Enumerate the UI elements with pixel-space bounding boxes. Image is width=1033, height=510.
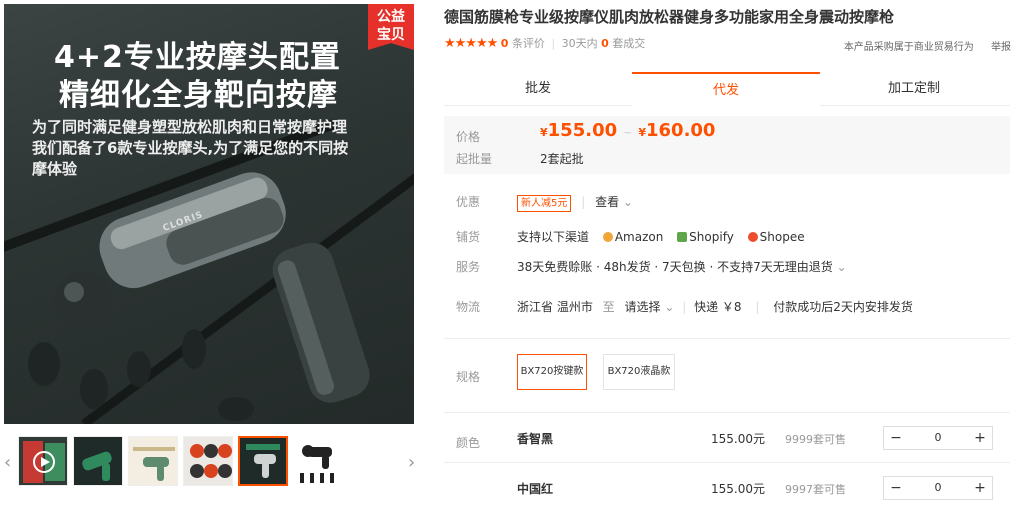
service-row: 服务 38天免费赊账 · 48h发货 · 7天包换 · 不支持7天无理由退货 ⌄ (456, 258, 976, 276)
trade-info: 本产品采购属于商业贸易行为 举报 (844, 38, 1011, 53)
main-product-image[interactable]: 4+2专业按摩头配置 精细化全身靶向按摩 为了同时满足健身塑型放松肌肉和日常按摩… (4, 4, 414, 424)
logistics-row: 物流 浙江省 温州市 至 请选择 ⌄ | 快递 ￥8 | 付款成功后2天内安排发… (456, 300, 913, 314)
minus-icon[interactable]: − (884, 477, 908, 499)
report-link[interactable]: 举报 (991, 42, 1011, 53)
price-separator: ~ (623, 126, 633, 139)
divider (444, 462, 1010, 463)
quantity-stepper: − 0 + (883, 476, 993, 500)
thumbnail[interactable] (183, 436, 233, 486)
price-low: 155.00 (547, 120, 618, 141)
charity-badge: 公益 宝贝 (368, 4, 414, 50)
channel-row: 铺货 支持以下渠道 Amazon Shopify Shopee (456, 228, 956, 246)
color-stock: 9997套可售 (785, 483, 846, 496)
express-fee: 快递 ￥8 (694, 300, 742, 314)
ship-note: 付款成功后2天内安排发货 (773, 300, 913, 314)
price-box: 价格 ¥155.00 ~ ¥160.00 起批量 2套起批 (444, 116, 1010, 174)
trade-note: 本产品采购属于商业贸易行为 (843, 42, 974, 53)
thumbnail[interactable] (73, 436, 123, 486)
price-high: 160.00 (646, 120, 716, 141)
chevron-right-icon[interactable]: › (408, 452, 415, 473)
shopee-icon (747, 232, 758, 242)
chevron-down-icon[interactable]: ⌄ (623, 195, 633, 209)
plus-icon[interactable]: + (968, 427, 992, 449)
color-price: 155.00元 (711, 482, 765, 496)
thumbnail-selected[interactable] (238, 436, 288, 486)
price-label: 价格 (456, 130, 481, 144)
color-label: 颜色 (456, 436, 481, 450)
thumbnail[interactable] (293, 436, 343, 486)
coupon-badge[interactable]: 新人减5元 (517, 195, 572, 212)
thumbnail[interactable] (18, 436, 68, 486)
chevron-left-icon[interactable]: ‹ (4, 452, 11, 473)
rating-row: ★★★★★ 0 条评价 | 30天内 0 套成交 (444, 36, 646, 51)
quantity-input[interactable]: 0 (908, 427, 968, 449)
reviews-label[interactable]: 条评价 (512, 37, 545, 50)
currency-symbol: ¥ (638, 126, 646, 139)
purchase-mode-tabs: 批发 代发 加工定制 (444, 72, 1010, 106)
color-price: 155.00元 (711, 432, 765, 446)
promo-line-1: 为了同时满足健身塑型放松肌肉和日常按摩护理 (32, 118, 348, 136)
thumbnail-strip: ‹ › (4, 436, 420, 490)
color-name: 中国红 (517, 482, 554, 496)
divider (444, 412, 1010, 413)
tab-wholesale[interactable]: 批发 (444, 72, 632, 106)
to-word: 至 (602, 300, 615, 314)
reviews-count[interactable]: 0 (501, 37, 509, 50)
service-label: 服务 (456, 260, 481, 274)
amazon-icon (602, 232, 613, 242)
moq-label: 起批量 (456, 152, 493, 166)
badge-line-2: 宝贝 (377, 27, 405, 43)
divider (444, 338, 1010, 339)
star-rating-icon: ★★★★★ (444, 36, 498, 51)
channel-label: 铺货 (456, 230, 481, 244)
shopify-icon (677, 232, 688, 242)
sales-count: 0 (601, 37, 609, 50)
color-row: 香智黑 155.00元 9999套可售 − 0 + (517, 426, 993, 452)
spec-option-button-model[interactable]: BX720按键款 (517, 354, 587, 390)
chevron-down-icon[interactable]: ⌄ (664, 300, 674, 314)
service-text[interactable]: 38天免费赊账 · 48h发货 · 7天包换 · 不支持7天无理由退货 (517, 260, 833, 274)
quantity-stepper: − 0 + (883, 426, 993, 450)
spec-label: 规格 (456, 370, 481, 384)
discount-label: 优惠 (456, 195, 481, 209)
promo-line-2: 我们配备了6款专业按摩头,为了满足您的不同按 (32, 139, 349, 157)
channel-text: 支持以下渠道 (517, 230, 590, 244)
minus-icon[interactable]: − (884, 427, 908, 449)
channel-shopify[interactable]: Shopify (689, 230, 734, 244)
tab-custom[interactable]: 加工定制 (820, 72, 1008, 106)
thumbnail[interactable] (128, 436, 178, 486)
channel-shopee[interactable]: Shopee (760, 230, 805, 244)
color-name: 香智黑 (517, 432, 554, 446)
channel-amazon[interactable]: Amazon (615, 230, 664, 244)
color-stock: 9999套可售 (785, 433, 846, 446)
badge-line-1: 公益 (377, 9, 405, 25)
quantity-input[interactable]: 0 (908, 477, 968, 499)
plus-icon[interactable]: + (968, 477, 992, 499)
promo-line-3: 摩体验 (32, 160, 78, 178)
spec-option-lcd-model[interactable]: BX720液晶款 (603, 354, 675, 390)
currency-symbol: ¥ (540, 126, 548, 139)
sales-prefix: 30天内 (561, 37, 598, 50)
price-range: ¥155.00 ~ ¥160.00 (540, 120, 715, 141)
logistics-label: 物流 (456, 300, 481, 314)
ship-to-select[interactable]: 请选择 (625, 300, 661, 314)
color-row: 中国红 155.00元 9997套可售 − 0 + (517, 476, 993, 502)
moq-value: 2套起批 (540, 152, 584, 166)
chevron-down-icon[interactable]: ⌄ (837, 260, 847, 274)
sales-suffix: 套成交 (612, 37, 646, 50)
view-coupons-link[interactable]: 查看 (595, 195, 619, 209)
ship-from: 浙江省 温州市 (517, 300, 593, 314)
promo-headline-2: 精细化全身靶向按摩 (59, 78, 338, 113)
product-title: 德国筋膜枪专业级按摩仪肌肉放松器健身多功能家用全身震动按摩枪 (444, 8, 895, 26)
discount-row: 优惠 新人减5元 | 查看 ⌄ (456, 193, 856, 212)
tab-dropship[interactable]: 代发 (632, 72, 820, 106)
